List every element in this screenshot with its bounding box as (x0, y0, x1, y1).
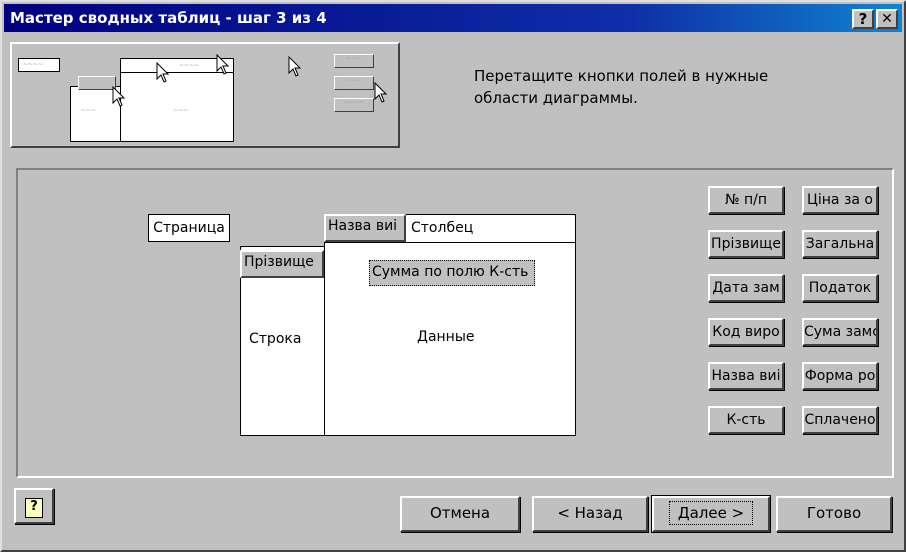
preview-row-button (78, 76, 116, 90)
field-button-podatok[interactable]: Податок (802, 274, 878, 302)
next-button[interactable]: Далее > (652, 496, 770, 532)
page-drop-area[interactable]: Страница (148, 214, 230, 242)
cancel-button[interactable]: Отмена (400, 496, 520, 532)
field-button-k-st[interactable]: К-сть (708, 406, 784, 434)
cursor-icon (374, 82, 388, 103)
data-area-label: Данные (417, 329, 475, 345)
cursor-icon (156, 62, 170, 83)
field-button-suma-zam[interactable]: Сума замс (802, 318, 878, 346)
layout-preview: ~~~~ ~~~~ ~~~ ~~~ ~~~ ~~~ ~~~~ (10, 42, 400, 148)
help-button[interactable]: ? (14, 488, 54, 524)
field-button-forma-ro[interactable]: Форма ро (802, 362, 878, 390)
cursor-icon (216, 54, 230, 75)
finish-button[interactable]: Готово (776, 496, 892, 532)
data-drop-area[interactable]: Сумма по полю К-сть Данные (324, 242, 576, 436)
instructions-text: Перетащите кнопки полей в нужные области… (474, 67, 769, 107)
back-button[interactable]: < Назад (532, 496, 648, 532)
page-area-label: Страница (153, 220, 225, 236)
layout-area: Страница Столбец Назва виі Строка Прізви… (16, 168, 894, 478)
field-button-zagalna[interactable]: Загальна (802, 230, 878, 258)
cursor-icon (112, 86, 126, 107)
pivot-wizard-dialog: Мастер сводных таблиц - шаг 3 из 4 ? ✕ ~… (0, 0, 906, 552)
help-title-button[interactable]: ? (852, 9, 874, 29)
field-button-tsina[interactable]: Ціна за о (802, 186, 878, 214)
row-field-button[interactable]: Прізвище (240, 250, 324, 278)
close-button[interactable]: ✕ (876, 9, 898, 29)
field-button-kod-vyro[interactable]: Код виро (708, 318, 784, 346)
field-button-nazva-vyr[interactable]: Назва виі (708, 362, 784, 390)
preview-button-3: ~~~~ (334, 98, 374, 112)
next-button-label: Далее > (668, 501, 754, 525)
help-icon: ? (25, 498, 43, 518)
title-bar: Мастер сводных таблиц - шаг 3 из 4 ? ✕ (4, 4, 902, 32)
row-area-label: Строка (249, 331, 302, 347)
preview-button-1: ~~~ (334, 54, 374, 68)
data-field-button[interactable]: Сумма по полю К-сть (369, 260, 535, 286)
field-button-prizvyshche[interactable]: Прізвище (708, 230, 784, 258)
preview-button-2: ~~~ (334, 76, 374, 90)
window-title: Мастер сводных таблиц - шаг 3 из 4 (10, 9, 327, 27)
cursor-icon (288, 56, 302, 77)
preview-data-box: ~~~ (120, 72, 234, 142)
column-area-label: Столбец (411, 220, 474, 236)
preview-page-box: ~~~~ (18, 58, 60, 72)
field-button-data-zam[interactable]: Дата зам (708, 274, 784, 302)
field-button-npp[interactable]: № п/п (708, 186, 784, 214)
field-button-splacheno[interactable]: Сплачено (802, 406, 878, 434)
column-field-button[interactable]: Назва виі (324, 214, 406, 242)
